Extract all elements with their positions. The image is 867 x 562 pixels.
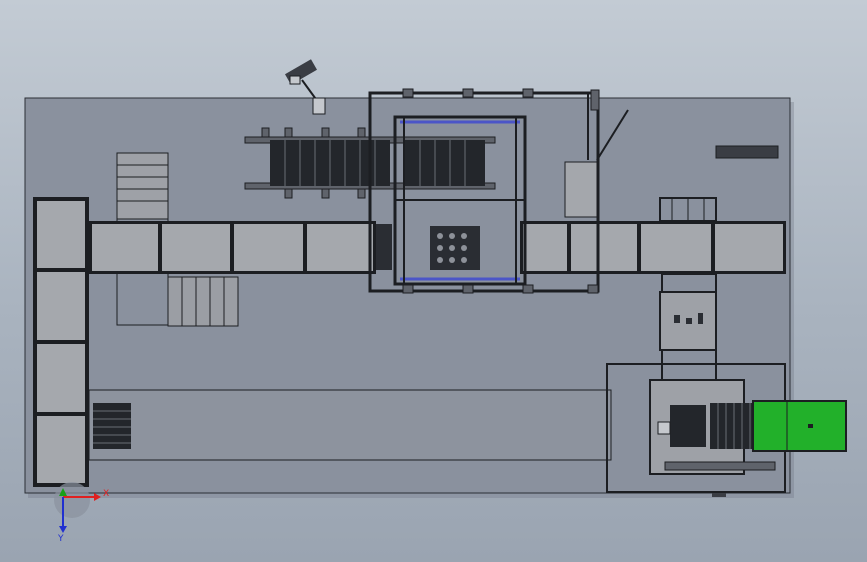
main-conveyor-left: [89, 221, 376, 274]
dimension-tag: [712, 493, 726, 497]
outfeed-pallet: [752, 400, 847, 452]
side-table: [715, 145, 779, 159]
cad-assembly-viewport[interactable]: X Y: [0, 0, 867, 562]
pallet-stack: [167, 276, 239, 327]
left-vertical-conveyor: [33, 197, 89, 487]
bottom-conveyor: [88, 389, 612, 461]
triad-y-label: Y: [57, 534, 64, 544]
triad-x-label: X: [103, 489, 109, 499]
main-conveyor-right: [520, 221, 786, 274]
